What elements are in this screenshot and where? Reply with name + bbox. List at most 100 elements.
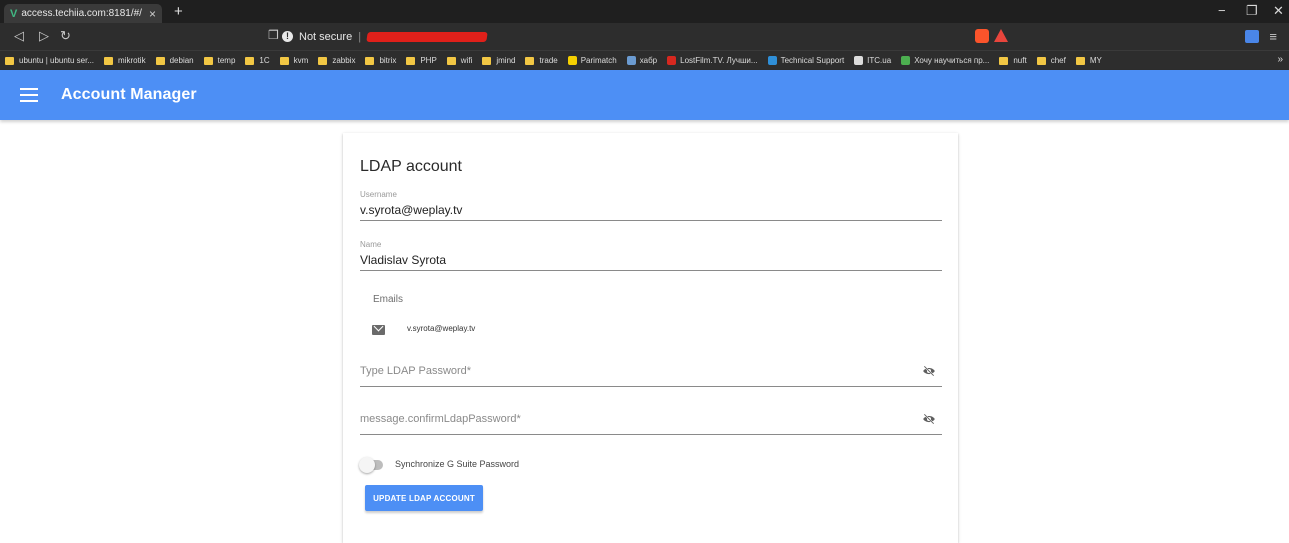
info-icon[interactable]: ! <box>282 31 293 42</box>
bookmark-label: jmind <box>496 56 516 65</box>
name-field[interactable]: Name Vladislav Syrota <box>360 240 942 271</box>
bookmark-label: temp <box>217 56 236 65</box>
bookmark-item[interactable]: kvm <box>279 56 309 65</box>
back-icon[interactable]: ◁ <box>14 28 24 44</box>
username-field[interactable]: Username v.syrota@weplay.tv <box>360 190 942 221</box>
browser-toolbar: ◁ ▷ ↻ ❒ ! Not secure | ≡ <box>0 23 1289 50</box>
bookmark-item[interactable]: хабр <box>626 56 657 65</box>
bookmark-label: bitrix <box>379 56 397 65</box>
bookmark-label: chef <box>1050 56 1066 65</box>
folder-icon <box>525 56 535 65</box>
translate-icon[interactable] <box>1245 30 1260 43</box>
bookmark-label: trade <box>539 56 558 65</box>
vue-favicon-icon: V <box>10 7 18 20</box>
folder-icon <box>318 56 328 65</box>
menu-icon[interactable] <box>20 88 38 102</box>
folder-icon <box>482 56 492 65</box>
sync-gsuite-toggle[interactable] <box>359 457 383 473</box>
bookmark-item[interactable]: chef <box>1036 56 1066 65</box>
folder-icon <box>1036 56 1046 65</box>
bookmark-item[interactable]: MY <box>1075 56 1102 65</box>
bookmark-item[interactable]: wifi <box>446 56 472 65</box>
eye-off-icon[interactable] <box>922 413 936 425</box>
confirm-password-field[interactable]: message.confirmLdapPassword* <box>360 413 942 435</box>
bookmark-item[interactable]: Technical Support <box>767 56 844 65</box>
bookmark-item[interactable]: jmind <box>482 56 515 65</box>
site-favicon-icon <box>667 56 677 65</box>
restore-icon[interactable]: ❐ <box>1246 3 1258 19</box>
folder-icon <box>999 56 1009 65</box>
forward-icon[interactable]: ▷ <box>39 28 49 44</box>
emails-label: Emails <box>373 294 404 305</box>
bookmark-item[interactable]: Parimatch <box>567 56 617 65</box>
name-value[interactable]: Vladislav Syrota <box>360 253 446 267</box>
bookmark-label: kvm <box>293 56 309 65</box>
brave-rewards-icon[interactable] <box>994 29 1008 42</box>
bookmark-item[interactable]: mikrotik <box>104 56 146 65</box>
folder-icon <box>104 56 114 65</box>
bookmark-item[interactable]: ITC.ua <box>854 56 891 65</box>
bookmarks-overflow-icon[interactable]: » <box>1277 54 1283 65</box>
eye-off-icon[interactable] <box>922 365 936 377</box>
sync-gsuite-label: Synchronize G Suite Password <box>395 459 520 469</box>
new-tab-icon[interactable]: + <box>174 3 183 20</box>
bookmarks-bar: ubuntu | ubuntu ser... mikrotik debian temp… <box>0 50 1289 70</box>
username-value[interactable]: v.syrota@weplay.tv <box>360 203 462 217</box>
username-label: Username <box>360 190 397 199</box>
toggle-knob <box>359 457 375 473</box>
folder-icon <box>446 56 456 65</box>
bookmark-item[interactable]: 1C <box>245 56 270 65</box>
brave-shield-icon[interactable] <box>975 29 989 43</box>
browser-tab-strip: V access.techiia.com:8181/#/ × + − ❐ ✕ <box>0 0 1289 23</box>
update-ldap-account-button[interactable]: UPDATE LDAP ACCOUNT <box>365 485 483 511</box>
mail-icon <box>372 325 385 335</box>
site-favicon-icon <box>901 56 911 65</box>
ldap-password-field[interactable]: Type LDAP Password* <box>360 365 942 387</box>
folder-icon <box>5 56 14 65</box>
bookmark-label: LostFilm.TV. Лучши... <box>680 56 758 65</box>
bookmark-page-icon[interactable]: ❒ <box>268 28 279 42</box>
bookmark-item[interactable]: nuft <box>999 56 1027 65</box>
close-window-icon[interactable]: ✕ <box>1273 3 1284 19</box>
site-favicon-icon <box>767 56 777 65</box>
app-bar: Account Manager <box>0 70 1289 120</box>
ldap-account-card: LDAP account Username v.syrota@weplay.tv… <box>343 133 958 543</box>
browser-tab[interactable]: V access.techiia.com:8181/#/ × <box>4 4 162 23</box>
bookmark-item[interactable]: zabbix <box>318 56 355 65</box>
bookmark-label: ubuntu | ubuntu ser... <box>19 56 95 65</box>
bookmark-item[interactable]: LostFilm.TV. Лучши... <box>667 56 758 65</box>
bookmark-label: debian <box>169 56 194 65</box>
password-placeholder: Type LDAP Password* <box>360 365 472 377</box>
address-bar[interactable]: ! Not secure | <box>282 27 962 46</box>
bookmark-label: Хочу научиться пр... <box>914 56 990 65</box>
bookmark-item[interactable]: trade <box>525 56 558 65</box>
bookmark-label: mikrotik <box>118 56 146 65</box>
site-favicon-icon <box>854 56 864 65</box>
reload-icon[interactable]: ↻ <box>60 28 71 44</box>
bookmark-item[interactable]: PHP <box>406 56 437 65</box>
tab-close-icon[interactable]: × <box>143 7 162 21</box>
bookmark-item[interactable]: debian <box>155 56 194 65</box>
tab-title: access.techiia.com:8181/#/ <box>21 8 142 19</box>
folder-icon <box>279 56 289 65</box>
email-item: v.syrota@weplay.tv <box>407 324 476 333</box>
confirm-placeholder: message.confirmLdapPassword* <box>360 413 521 425</box>
bookmark-item[interactable]: Хочу научиться пр... <box>901 56 989 65</box>
card-title: LDAP account <box>360 158 462 175</box>
extensions <box>975 29 1008 43</box>
bookmark-label: zabbix <box>332 56 356 65</box>
minimize-icon[interactable]: − <box>1218 3 1226 18</box>
bookmark-item[interactable]: bitrix <box>365 56 396 65</box>
bookmark-label: 1C <box>259 56 270 65</box>
app-title: Account Manager <box>61 86 197 103</box>
bookmark-label: PHP <box>420 56 437 65</box>
divider: | <box>358 30 362 43</box>
folder-icon <box>155 56 165 65</box>
bookmark-item[interactable]: ubuntu | ubuntu ser... <box>5 56 94 65</box>
security-status: Not secure <box>299 30 353 43</box>
browser-menu-icon[interactable]: ≡ <box>1269 29 1277 44</box>
bookmark-label: MY <box>1089 56 1102 65</box>
bookmark-item[interactable]: temp <box>203 56 236 65</box>
site-favicon-icon <box>626 56 636 65</box>
folder-icon <box>203 56 213 65</box>
